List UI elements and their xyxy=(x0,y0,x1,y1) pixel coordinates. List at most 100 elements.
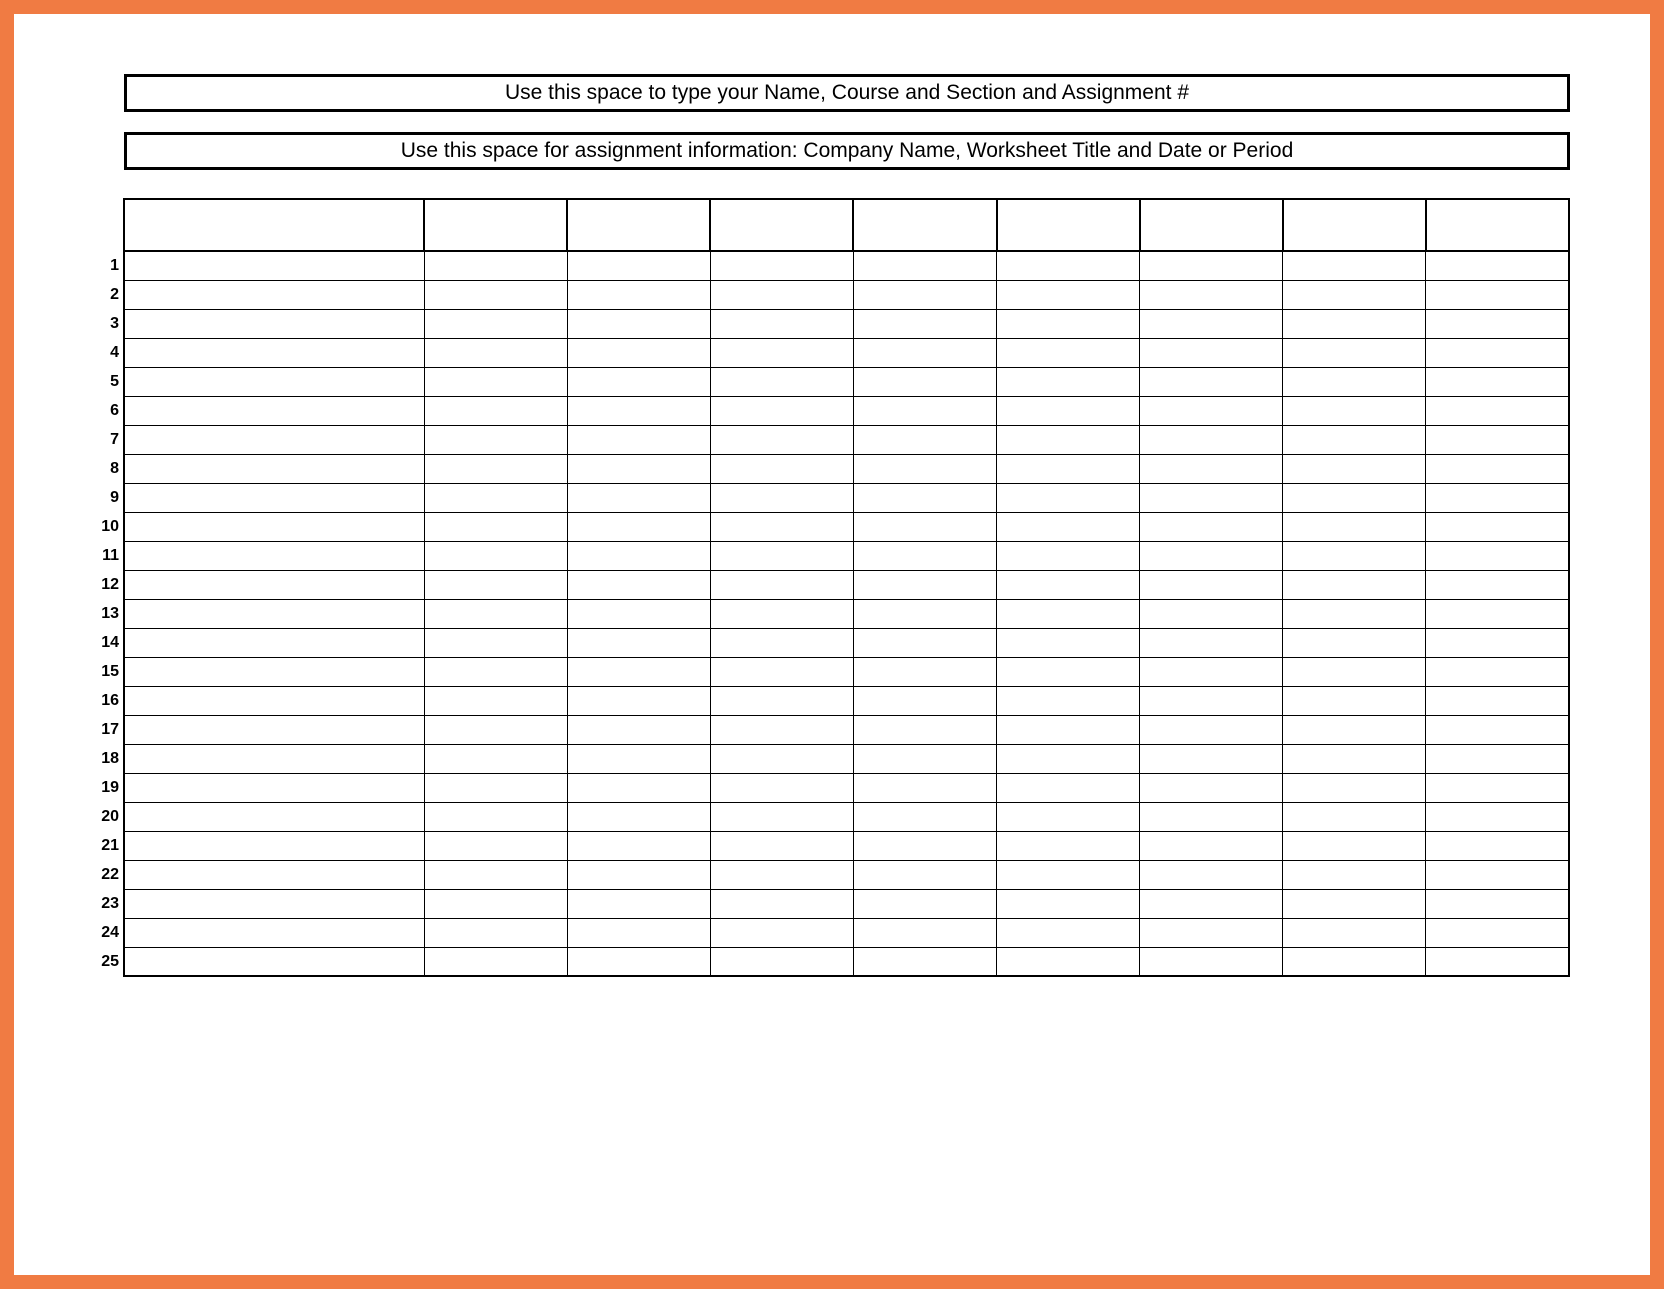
data-cell[interactable] xyxy=(1140,280,1283,309)
data-cell[interactable] xyxy=(853,715,996,744)
data-cell[interactable] xyxy=(1283,889,1426,918)
data-cell[interactable] xyxy=(1283,251,1426,280)
data-cell[interactable] xyxy=(1426,251,1569,280)
data-cell[interactable] xyxy=(1426,918,1569,947)
data-cell[interactable] xyxy=(567,599,710,628)
data-cell[interactable] xyxy=(567,773,710,802)
data-cell[interactable] xyxy=(424,628,567,657)
data-cell[interactable] xyxy=(853,628,996,657)
data-cell[interactable] xyxy=(997,338,1140,367)
data-cell[interactable] xyxy=(1426,483,1569,512)
data-cell[interactable] xyxy=(1140,715,1283,744)
data-cell[interactable] xyxy=(710,889,853,918)
data-cell[interactable] xyxy=(424,367,567,396)
data-cell[interactable] xyxy=(567,657,710,686)
data-cell[interactable] xyxy=(424,657,567,686)
data-cell[interactable] xyxy=(853,918,996,947)
data-cell[interactable] xyxy=(710,802,853,831)
data-cell[interactable] xyxy=(1140,628,1283,657)
data-cell[interactable] xyxy=(853,802,996,831)
data-cell[interactable] xyxy=(124,947,424,976)
data-cell[interactable] xyxy=(997,918,1140,947)
data-cell[interactable] xyxy=(124,860,424,889)
data-cell[interactable] xyxy=(567,280,710,309)
data-cell[interactable] xyxy=(1140,512,1283,541)
data-cell[interactable] xyxy=(124,802,424,831)
data-cell[interactable] xyxy=(710,280,853,309)
data-cell[interactable] xyxy=(1140,570,1283,599)
data-cell[interactable] xyxy=(710,425,853,454)
data-cell[interactable] xyxy=(997,715,1140,744)
data-cell[interactable] xyxy=(1283,860,1426,889)
data-cell[interactable] xyxy=(1283,657,1426,686)
data-cell[interactable] xyxy=(1426,338,1569,367)
data-cell[interactable] xyxy=(1283,541,1426,570)
data-cell[interactable] xyxy=(853,512,996,541)
data-cell[interactable] xyxy=(124,628,424,657)
data-cell[interactable] xyxy=(124,309,424,338)
data-cell[interactable] xyxy=(424,425,567,454)
data-cell[interactable] xyxy=(997,541,1140,570)
data-cell[interactable] xyxy=(1140,599,1283,628)
data-cell[interactable] xyxy=(1426,512,1569,541)
data-cell[interactable] xyxy=(124,570,424,599)
data-cell[interactable] xyxy=(1283,773,1426,802)
data-cell[interactable] xyxy=(1426,947,1569,976)
data-cell[interactable] xyxy=(567,686,710,715)
data-cell[interactable] xyxy=(567,338,710,367)
header-cell[interactable] xyxy=(124,199,424,251)
data-cell[interactable] xyxy=(567,512,710,541)
data-cell[interactable] xyxy=(124,251,424,280)
data-cell[interactable] xyxy=(1140,338,1283,367)
data-cell[interactable] xyxy=(853,889,996,918)
data-cell[interactable] xyxy=(1140,889,1283,918)
data-cell[interactable] xyxy=(124,657,424,686)
data-cell[interactable] xyxy=(124,396,424,425)
data-cell[interactable] xyxy=(853,686,996,715)
data-cell[interactable] xyxy=(567,454,710,483)
data-cell[interactable] xyxy=(1426,454,1569,483)
data-cell[interactable] xyxy=(997,831,1140,860)
data-cell[interactable] xyxy=(1426,396,1569,425)
data-cell[interactable] xyxy=(124,773,424,802)
data-cell[interactable] xyxy=(997,396,1140,425)
data-cell[interactable] xyxy=(1283,947,1426,976)
data-cell[interactable] xyxy=(853,599,996,628)
data-cell[interactable] xyxy=(567,889,710,918)
data-cell[interactable] xyxy=(567,425,710,454)
data-cell[interactable] xyxy=(424,599,567,628)
data-cell[interactable] xyxy=(710,396,853,425)
data-cell[interactable] xyxy=(567,715,710,744)
data-cell[interactable] xyxy=(124,918,424,947)
data-cell[interactable] xyxy=(424,918,567,947)
data-cell[interactable] xyxy=(124,889,424,918)
data-cell[interactable] xyxy=(853,570,996,599)
data-cell[interactable] xyxy=(1140,773,1283,802)
data-cell[interactable] xyxy=(853,425,996,454)
data-cell[interactable] xyxy=(1283,454,1426,483)
data-cell[interactable] xyxy=(1426,860,1569,889)
data-cell[interactable] xyxy=(710,599,853,628)
data-cell[interactable] xyxy=(567,570,710,599)
data-cell[interactable] xyxy=(1140,396,1283,425)
data-cell[interactable] xyxy=(1140,686,1283,715)
data-cell[interactable] xyxy=(1140,831,1283,860)
header-cell[interactable] xyxy=(853,199,996,251)
data-cell[interactable] xyxy=(710,309,853,338)
data-cell[interactable] xyxy=(1283,802,1426,831)
data-cell[interactable] xyxy=(424,831,567,860)
data-cell[interactable] xyxy=(567,396,710,425)
data-cell[interactable] xyxy=(997,947,1140,976)
data-cell[interactable] xyxy=(997,802,1140,831)
data-cell[interactable] xyxy=(710,628,853,657)
data-cell[interactable] xyxy=(997,889,1140,918)
data-cell[interactable] xyxy=(853,454,996,483)
data-cell[interactable] xyxy=(1426,541,1569,570)
data-cell[interactable] xyxy=(567,251,710,280)
data-cell[interactable] xyxy=(710,338,853,367)
data-cell[interactable] xyxy=(1426,309,1569,338)
data-cell[interactable] xyxy=(853,541,996,570)
data-cell[interactable] xyxy=(710,686,853,715)
data-cell[interactable] xyxy=(1426,744,1569,773)
data-cell[interactable] xyxy=(997,599,1140,628)
